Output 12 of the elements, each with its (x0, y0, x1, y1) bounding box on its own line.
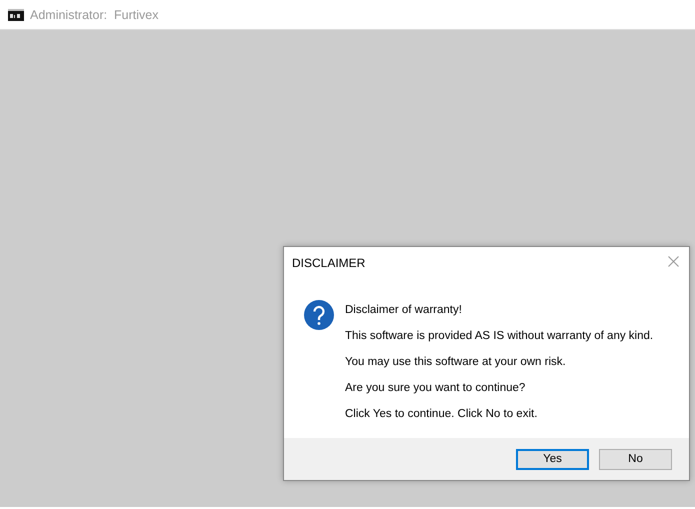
window-title: Administrator: Furtivex (30, 8, 159, 22)
message-text: This software is provided AS IS without warranty of any kind. (345, 329, 654, 344)
dialog-button[interactable]: Yes (516, 448, 589, 470)
close-icon[interactable] (668, 256, 679, 266)
message-text: You may use this software at your own risk. (345, 355, 567, 370)
message-text: Disclaimer of warranty! (345, 303, 463, 318)
console-icon (8, 8, 24, 20)
dialog-title: DISCLAIMER (292, 256, 366, 270)
message-text: Click Yes to continue. Click No to exit. (345, 407, 538, 422)
message-text: Are you sure you want to continue? (345, 381, 526, 396)
dialog-button[interactable]: No (599, 448, 672, 470)
question-icon (304, 300, 334, 330)
